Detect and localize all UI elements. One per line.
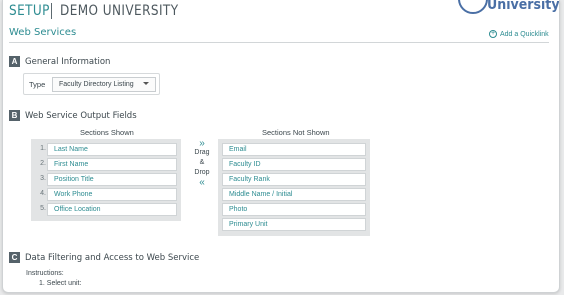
instructions-label: Instructions: xyxy=(26,270,64,277)
ampersand-label: & xyxy=(199,159,205,166)
shown-field-last-name[interactable]: Last Name xyxy=(47,143,177,156)
section-title: Data Filtering and Access to Web Service xyxy=(25,252,200,263)
section-title: Web Service Output Fields xyxy=(25,110,137,121)
top-header: SETUP DEMO UNIVERSITY University xyxy=(3,0,559,22)
instruction-step: 1. Select unit: xyxy=(39,280,82,287)
type-select-value: Faculty Directory Listing xyxy=(59,81,134,88)
add-quicklink-link[interactable]: + Add a Quicklink xyxy=(489,30,549,38)
university-logo[interactable]: University xyxy=(487,0,559,13)
shown-field-first-name[interactable]: First Name xyxy=(47,158,177,171)
shown-field-office-location[interactable]: Office Location xyxy=(47,203,177,216)
sections-shown-header: Sections Shown xyxy=(80,128,134,137)
hidden-field-primary-unit[interactable]: Primary Unit xyxy=(222,218,366,231)
type-select[interactable]: Faculty Directory Listing xyxy=(52,77,156,92)
app-window: SETUP DEMO UNIVERSITY University Web Ser… xyxy=(2,0,560,293)
shown-field-position-title[interactable]: Position Title xyxy=(47,173,177,186)
quicklink-label: Add a Quicklink xyxy=(500,30,549,38)
section-c-header: C Data Filtering and Access to Web Servi… xyxy=(9,252,199,263)
type-label: Type xyxy=(29,80,46,89)
section-a-header: A General Information xyxy=(9,56,110,67)
arrow-left-icon: « xyxy=(199,177,205,188)
sections-not-shown-header: Sections Not Shown xyxy=(262,128,330,137)
sections-shown-panel: 1. Last Name 2. First Name 3. Position T… xyxy=(31,139,181,221)
section-letter-badge: B xyxy=(9,110,20,121)
hidden-field-photo[interactable]: Photo xyxy=(222,203,366,216)
row-number: 4. xyxy=(40,190,46,197)
hidden-field-email[interactable]: Email xyxy=(222,143,366,156)
drag-drop-indicator: » Drag & Drop « xyxy=(190,138,214,188)
hidden-field-middle-name[interactable]: Middle Name / Initial xyxy=(222,188,366,201)
shown-field-work-phone[interactable]: Work Phone xyxy=(47,188,177,201)
shield-icon xyxy=(458,0,488,14)
section-letter-badge: C xyxy=(9,252,20,263)
hidden-field-faculty-rank[interactable]: Faculty Rank xyxy=(222,173,366,186)
arrow-right-icon: » xyxy=(199,138,205,149)
chevron-down-icon xyxy=(143,82,149,85)
page-title: Web Services xyxy=(9,27,77,38)
row-number: 2. xyxy=(40,160,46,167)
app-title[interactable]: SETUP xyxy=(9,3,50,19)
type-field-group: Type Faculty Directory Listing xyxy=(23,73,160,95)
row-number: 1. xyxy=(40,145,46,152)
section-b-header: B Web Service Output Fields xyxy=(9,110,137,121)
institution-name: DEMO UNIVERSITY xyxy=(60,3,179,19)
drag-label: Drag xyxy=(194,149,210,156)
row-number: 3. xyxy=(40,175,46,182)
sections-not-shown-panel: Email Faculty ID Faculty Rank Middle Nam… xyxy=(218,139,370,236)
row-number: 5. xyxy=(40,205,46,212)
section-title: General Information xyxy=(25,56,111,67)
plus-circle-icon: + xyxy=(489,30,497,38)
header-divider xyxy=(51,3,52,19)
hidden-field-faculty-id[interactable]: Faculty ID xyxy=(222,158,366,171)
title-divider xyxy=(9,42,549,43)
section-letter-badge: A xyxy=(9,56,20,67)
